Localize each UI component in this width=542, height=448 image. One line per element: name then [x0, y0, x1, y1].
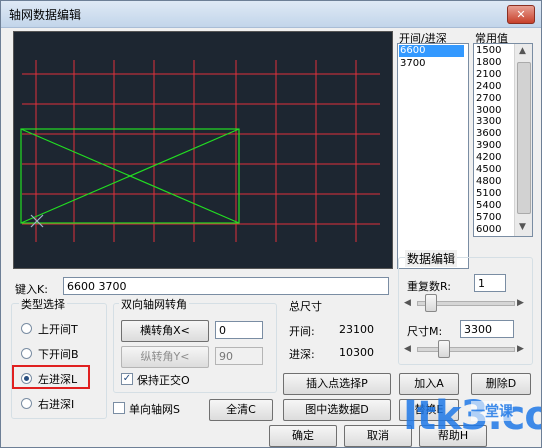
insert-point-button[interactable]: 插入点选择P — [283, 373, 391, 395]
scroll-down-icon[interactable]: ▼ — [519, 222, 526, 232]
spacing-item[interactable]: 3700 — [400, 58, 425, 70]
common-value-item[interactable]: 3300 — [476, 116, 501, 128]
origin-cross-icon — [30, 214, 44, 228]
common-value-item[interactable]: 1800 — [476, 57, 501, 69]
common-value-item[interactable]: 4200 — [476, 152, 501, 164]
repeat-count-label: 重复数R: — [407, 280, 452, 293]
ok-button[interactable]: 确定 — [269, 425, 337, 447]
common-values-scrollbar[interactable]: ▲ ▼ — [514, 44, 532, 236]
title-bar: 轴网数据编辑 ✕ — [1, 1, 541, 28]
grid-preview-svg — [20, 60, 380, 242]
common-value-item[interactable]: 4500 — [476, 164, 501, 176]
horizontal-angle-button[interactable]: 横转角X< — [121, 320, 209, 342]
common-value-item[interactable]: 2100 — [476, 69, 501, 81]
common-value-item[interactable]: 5400 — [476, 200, 501, 212]
bay-total-label: 开间: — [289, 325, 315, 338]
common-value-item[interactable]: 1500 — [476, 45, 501, 57]
vertical-angle-input[interactable]: 90 — [215, 347, 263, 365]
repeat-slider-right-icon[interactable]: ▶ — [517, 298, 524, 308]
size-slider-right-icon[interactable]: ▶ — [517, 344, 524, 354]
key-input[interactable]: 6600 3700 — [63, 277, 389, 295]
window-title: 轴网数据编辑 — [9, 8, 82, 22]
keep-orthogonal-label[interactable]: 保持正交O — [137, 372, 190, 388]
repeat-slider-left-icon[interactable]: ◀ — [404, 298, 411, 308]
key-input-label: 键入K: — [15, 283, 48, 296]
scroll-thumb[interactable] — [517, 62, 531, 214]
select-from-drawing-button[interactable]: 图中选数据D — [283, 399, 391, 421]
common-value-item[interactable]: 6000 — [476, 224, 501, 236]
common-value-item[interactable]: 5700 — [476, 212, 501, 224]
horizontal-angle-input[interactable]: 0 — [215, 321, 263, 339]
clear-all-button[interactable]: 全清C — [209, 399, 273, 421]
data-edit-title: 数据编辑 — [405, 250, 458, 267]
add-button[interactable]: 加入A — [399, 373, 459, 395]
grid-lines — [22, 60, 380, 242]
total-size-title: 总尺寸 — [289, 300, 322, 313]
keep-orthogonal-checkbox[interactable]: ✓ — [121, 373, 133, 385]
common-value-item[interactable]: 5100 — [476, 188, 501, 200]
axis-grid-editor-window: 轴网数据编辑 ✕ 开间/进深 6600 3700 常用值 1500 1800 210… — [0, 0, 542, 448]
size-slider-thumb[interactable] — [438, 340, 450, 358]
single-axis-checkbox[interactable] — [113, 402, 125, 414]
size-input[interactable]: 3300 — [460, 320, 514, 338]
radio-right-depth-label[interactable]: 右进深I — [38, 396, 74, 412]
common-value-item[interactable]: 2700 — [476, 93, 501, 105]
radio-top-bay-label[interactable]: 上开间T — [38, 321, 78, 337]
radio-bottom-bay[interactable] — [21, 348, 32, 359]
repeat-slider-thumb[interactable] — [425, 294, 437, 312]
grid-preview-canvas — [13, 31, 393, 269]
selection-highlight-box — [12, 365, 90, 389]
single-axis-label[interactable]: 单向轴网S — [129, 401, 180, 417]
bay-total-value: 23100 — [339, 323, 374, 336]
depth-total-label: 进深: — [289, 348, 315, 361]
vertical-angle-button[interactable]: 纵转角Y< — [121, 346, 209, 368]
spacing-list[interactable]: 6600 3700 — [397, 43, 469, 269]
size-slider-track[interactable] — [417, 347, 515, 352]
type-select-title: 类型选择 — [19, 296, 67, 312]
size-slider-left-icon[interactable]: ◀ — [404, 344, 411, 354]
size-label: 尺寸M: — [407, 325, 443, 338]
common-value-item[interactable]: 3600 — [476, 128, 501, 140]
common-value-item[interactable]: 3000 — [476, 105, 501, 117]
radio-right-depth[interactable] — [21, 398, 32, 409]
scroll-up-icon[interactable]: ▲ — [519, 46, 526, 56]
rotation-title: 双向轴网转角 — [119, 296, 189, 312]
repeat-count-input[interactable]: 1 — [474, 274, 506, 292]
common-value-item[interactable]: 4800 — [476, 176, 501, 188]
common-values-list[interactable]: 1500 1800 2100 2400 2700 3000 3300 3600 3900 4200… — [473, 43, 533, 237]
site-watermark: Itk3.com 一堂课 — [401, 393, 541, 447]
depth-total-value: 10300 — [339, 346, 374, 359]
watermark-side-text: 一堂课 — [471, 401, 513, 421]
delete-button[interactable]: 删除D — [471, 373, 531, 395]
radio-top-bay[interactable] — [21, 323, 32, 334]
close-button[interactable]: ✕ — [507, 5, 535, 24]
spacing-item[interactable]: 6600 — [399, 45, 464, 57]
common-value-item[interactable]: 2400 — [476, 81, 501, 93]
radio-bottom-bay-label[interactable]: 下开间B — [38, 346, 79, 362]
common-value-item[interactable]: 3900 — [476, 140, 501, 152]
